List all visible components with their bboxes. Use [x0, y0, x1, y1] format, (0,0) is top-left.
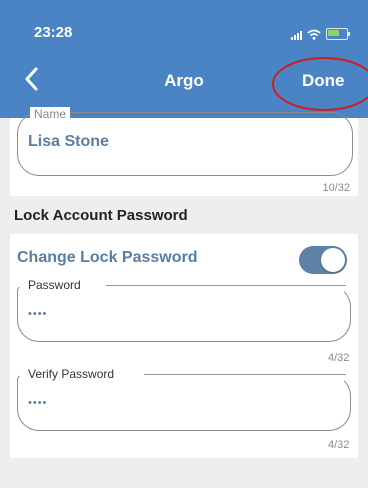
- wifi-icon: [307, 29, 321, 40]
- status-time: 23:28: [34, 24, 73, 41]
- status-icons: [291, 28, 350, 40]
- nav-header: 23:28 Argo Done: [0, 0, 368, 118]
- verify-char-counter: 4/32: [328, 439, 350, 451]
- highlight-circle: [272, 57, 368, 111]
- change-lock-password-label: Change Lock Password: [17, 249, 198, 266]
- back-chevron-icon[interactable]: [24, 66, 38, 92]
- name-field[interactable]: Name Lisa Stone: [17, 107, 353, 176]
- change-lock-password-toggle[interactable]: [299, 246, 347, 274]
- name-value: Lisa Stone: [28, 133, 109, 150]
- toggle-knob: [321, 248, 345, 272]
- battery-icon: [326, 28, 350, 40]
- signal-icon: [291, 30, 302, 40]
- verify-password-dots: ••••: [28, 397, 48, 409]
- section-title: Lock Account Password: [14, 207, 188, 224]
- password-input[interactable]: ••••: [17, 285, 351, 342]
- password-dots: ••••: [28, 308, 48, 320]
- password-char-counter: 4/32: [328, 352, 350, 364]
- name-field-label: Name: [30, 107, 71, 121]
- name-char-counter: 10/32: [322, 182, 350, 194]
- name-card: Name Lisa Stone 10/32: [10, 107, 358, 196]
- verify-password-input[interactable]: ••••: [17, 374, 351, 431]
